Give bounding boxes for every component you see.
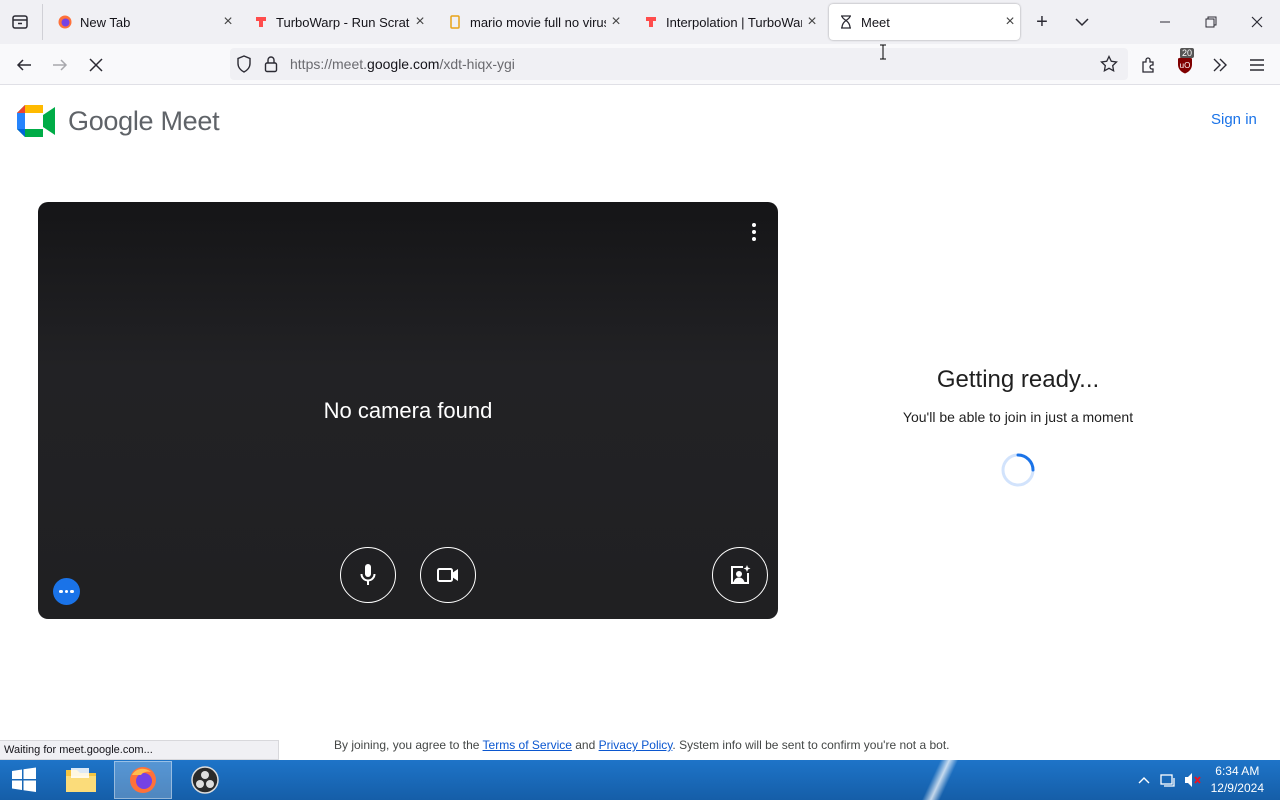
- close-icon[interactable]: ×: [1000, 12, 1020, 32]
- folder-icon: [66, 768, 96, 792]
- tab-strip: New Tab × TurboWarp - Run Scratch × mari…: [0, 0, 1280, 44]
- tab-title: Interpolation | TurboWarp: [666, 14, 802, 30]
- chevron-up-icon: [1138, 777, 1150, 784]
- tab-title: New Tab: [80, 14, 131, 30]
- obs-icon: [191, 766, 219, 794]
- portrait-sparkle-icon: [731, 565, 751, 584]
- lock-icon[interactable]: [264, 55, 278, 78]
- video-camera-icon: [437, 568, 458, 582]
- hamburger-icon: [1250, 59, 1264, 71]
- close-icon[interactable]: ×: [410, 12, 430, 32]
- firefox-view-icon[interactable]: [8, 10, 32, 34]
- forward-button[interactable]: [45, 50, 75, 80]
- windows-logo-icon: [12, 767, 36, 792]
- terms-prefix: By joining, you agree to the: [334, 738, 483, 752]
- tab-title: Meet: [861, 14, 890, 30]
- tab-interpolation[interactable]: Interpolation | TurboWarp ×: [634, 4, 822, 40]
- microphone-button[interactable]: [340, 547, 396, 603]
- camera-button[interactable]: [420, 547, 476, 603]
- app-menu-button[interactable]: [1242, 50, 1272, 80]
- close-icon: [1251, 16, 1263, 28]
- back-button[interactable]: [9, 50, 39, 80]
- getting-ready-heading: Getting ready...: [936, 366, 1100, 393]
- more-options-button[interactable]: [744, 220, 764, 244]
- loading-spinner-icon: [1000, 452, 1036, 493]
- visual-effects-button[interactable]: [712, 547, 768, 603]
- navigation-toolbar: https://meet.google.com/xdt-hiqx-ygi uO …: [0, 44, 1280, 85]
- tab-new-tab[interactable]: New Tab ×: [48, 4, 238, 40]
- join-status-message: You'll be able to join in just a moment: [902, 409, 1134, 425]
- close-icon[interactable]: ×: [802, 12, 822, 32]
- url-text[interactable]: https://meet.google.com/xdt-hiqx-ygi: [290, 56, 515, 72]
- terms-of-service-link[interactable]: Terms of Service: [483, 738, 572, 752]
- minimize-button[interactable]: [1142, 0, 1188, 44]
- google-meet-logo-icon[interactable]: [17, 105, 57, 142]
- clock-date: 12/9/2024: [1210, 781, 1264, 795]
- doc-icon: [448, 15, 462, 29]
- arrow-right-icon: [53, 59, 68, 71]
- turbowarp-icon: [644, 15, 658, 29]
- firefox-icon: [130, 767, 156, 793]
- tab-mario-movie[interactable]: mario movie full no virus ×: [440, 4, 626, 40]
- wallpaper-streak: [900, 760, 980, 800]
- stop-button[interactable]: [81, 50, 111, 80]
- sign-in-link[interactable]: Sign in: [1211, 111, 1257, 128]
- video-preview: No camera found: [38, 202, 778, 619]
- close-window-button[interactable]: [1234, 0, 1280, 44]
- windows-taskbar: 6:34 AM 12/9/2024: [0, 760, 1280, 800]
- terms-notice: By joining, you agree to the Terms of Se…: [334, 738, 950, 752]
- speaker-muted-icon[interactable]: [1184, 772, 1202, 793]
- system-clock[interactable]: 6:34 AM 12/9/2024: [1211, 763, 1264, 797]
- start-button[interactable]: [0, 761, 48, 799]
- file-explorer-button[interactable]: [52, 761, 110, 799]
- close-icon[interactable]: ×: [218, 12, 238, 32]
- puzzle-icon: [1142, 57, 1154, 73]
- restore-icon: [1205, 16, 1217, 28]
- no-camera-message: No camera found: [323, 398, 493, 423]
- extension-badge: 20: [1180, 48, 1195, 58]
- terms-suffix: . System info will be sent to confirm yo…: [672, 738, 950, 752]
- tab-turbowarp[interactable]: TurboWarp - Run Scratch ×: [244, 4, 430, 40]
- clock-time: 6:34 AM: [1215, 764, 1260, 778]
- tab-title: mario movie full no virus: [470, 14, 606, 30]
- ublock-shield-icon: uO: [1178, 56, 1192, 74]
- bookmark-star-icon[interactable]: [1100, 54, 1118, 78]
- url-bar[interactable]: https://meet.google.com/xdt-hiqx-ygi: [230, 48, 1128, 80]
- privacy-policy-link[interactable]: Privacy Policy: [599, 738, 673, 752]
- firefox-taskbar-button[interactable]: [114, 761, 172, 799]
- new-tab-button[interactable]: +: [1030, 10, 1054, 34]
- google-meet-logo-text: Google Meet: [68, 106, 220, 136]
- more-tools-button[interactable]: [1205, 50, 1235, 80]
- turbowarp-icon: [254, 15, 268, 29]
- close-icon[interactable]: ×: [606, 12, 626, 32]
- obs-taskbar-button[interactable]: [176, 761, 234, 799]
- show-hidden-icons-button[interactable]: [1138, 772, 1150, 790]
- action-center-icon[interactable]: [1160, 772, 1176, 793]
- stop-icon: [89, 58, 103, 72]
- extensions-button[interactable]: [1134, 50, 1164, 80]
- text-cursor-icon: [880, 44, 886, 65]
- tab-meet[interactable]: Meet ×: [829, 4, 1020, 40]
- more-actions-button[interactable]: [53, 578, 80, 605]
- list-all-tabs-button[interactable]: [1070, 10, 1094, 34]
- hourglass-icon: [839, 15, 853, 29]
- chevron-down-icon: [1075, 18, 1089, 27]
- microphone-icon: [360, 564, 376, 585]
- url-domain: google.com: [367, 56, 440, 72]
- svg-text:uO: uO: [1180, 61, 1191, 70]
- url-path: /xdt-hiqx-ygi: [439, 56, 515, 72]
- firefox-icon: [58, 15, 72, 29]
- tab-title: TurboWarp - Run Scratch: [276, 14, 410, 30]
- arrow-left-icon: [16, 59, 31, 71]
- ublock-extension-button[interactable]: uO 20: [1170, 48, 1200, 80]
- terms-and: and: [571, 738, 599, 752]
- browser-status-bar: Waiting for meet.google.com...: [0, 740, 279, 760]
- minimize-icon: [1160, 21, 1170, 23]
- double-chevron-right-icon: [1213, 58, 1227, 72]
- url-prefix: https://meet.: [290, 56, 368, 72]
- restore-button[interactable]: [1188, 0, 1234, 44]
- shield-icon[interactable]: [236, 55, 252, 78]
